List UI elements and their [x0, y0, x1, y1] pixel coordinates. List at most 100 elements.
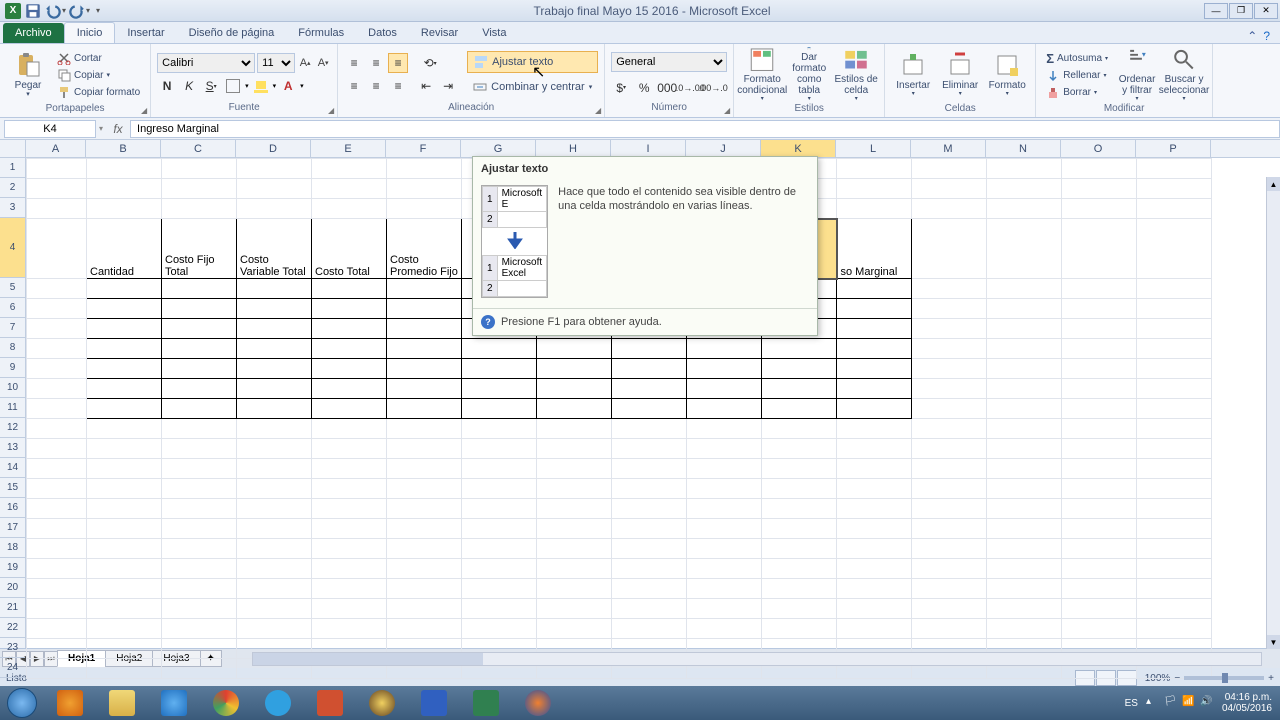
cut-button[interactable]: Cortar — [53, 50, 144, 66]
cell[interactable] — [162, 399, 237, 419]
vertical-scrollbar[interactable]: ▲ ▼ — [1266, 177, 1280, 649]
cell[interactable] — [837, 579, 912, 599]
cell[interactable] — [1137, 479, 1212, 499]
cell[interactable] — [87, 499, 162, 519]
cell[interactable] — [687, 439, 762, 459]
minimize-button[interactable]: — — [1204, 3, 1228, 19]
row-header-23[interactable]: 23 — [0, 638, 25, 658]
taskbar-firefox[interactable] — [513, 688, 563, 718]
cell[interactable] — [27, 639, 87, 659]
cell[interactable] — [162, 619, 237, 639]
cell[interactable] — [912, 379, 987, 399]
fx-icon[interactable]: fx — [106, 122, 130, 136]
cell[interactable] — [687, 579, 762, 599]
cell[interactable] — [1137, 199, 1212, 219]
horizontal-scrollbar[interactable] — [252, 652, 1262, 666]
cell[interactable] — [462, 379, 537, 399]
col-header-B[interactable]: B — [86, 140, 161, 157]
cell[interactable] — [27, 379, 87, 399]
cell[interactable] — [912, 299, 987, 319]
tray-network-icon[interactable]: 📶 — [1182, 696, 1196, 710]
cell[interactable] — [462, 479, 537, 499]
font-size-select[interactable]: 11 — [257, 53, 295, 73]
taskbar-explorer[interactable] — [97, 688, 147, 718]
cell[interactable] — [387, 399, 462, 419]
cell[interactable] — [612, 519, 687, 539]
cell[interactable] — [27, 479, 87, 499]
cell[interactable] — [312, 299, 387, 319]
cell[interactable] — [612, 379, 687, 399]
cell[interactable] — [612, 619, 687, 639]
cell[interactable] — [987, 579, 1062, 599]
cell[interactable] — [687, 539, 762, 559]
redo-icon[interactable] — [68, 2, 86, 20]
undo-dropdown-icon[interactable]: ▾ — [62, 6, 66, 15]
cell[interactable] — [27, 199, 87, 219]
cell[interactable] — [237, 439, 312, 459]
conditional-formatting-button[interactable]: Formato condicional▾ — [740, 47, 784, 103]
currency-button[interactable]: $▾ — [611, 78, 631, 98]
cell[interactable] — [387, 159, 462, 179]
cell[interactable] — [87, 159, 162, 179]
cell[interactable] — [162, 659, 237, 679]
align-top-icon[interactable]: ≡ — [344, 53, 364, 73]
cell[interactable] — [1137, 379, 1212, 399]
cell[interactable] — [387, 479, 462, 499]
cell[interactable] — [162, 319, 237, 339]
cell[interactable] — [687, 399, 762, 419]
row-header-12[interactable]: 12 — [0, 418, 25, 438]
cell[interactable] — [1137, 459, 1212, 479]
cell[interactable] — [387, 199, 462, 219]
cell[interactable] — [1137, 439, 1212, 459]
cell[interactable] — [1137, 279, 1212, 299]
cell[interactable] — [987, 539, 1062, 559]
cell[interactable] — [1137, 299, 1212, 319]
scroll-up-icon[interactable]: ▲ — [1267, 177, 1280, 191]
scroll-down-icon[interactable]: ▼ — [1267, 635, 1280, 649]
cell[interactable] — [162, 379, 237, 399]
cell[interactable] — [987, 559, 1062, 579]
cell[interactable] — [237, 499, 312, 519]
align-center-icon[interactable]: ≡ — [366, 76, 386, 96]
cell[interactable] — [912, 339, 987, 359]
cell[interactable] — [837, 619, 912, 639]
cell[interactable] — [687, 479, 762, 499]
cell[interactable] — [462, 599, 537, 619]
cell[interactable] — [162, 519, 237, 539]
cell[interactable] — [837, 419, 912, 439]
row-header-13[interactable]: 13 — [0, 438, 25, 458]
cell[interactable] — [237, 519, 312, 539]
cell[interactable] — [1062, 539, 1137, 559]
cell[interactable] — [87, 459, 162, 479]
cell[interactable] — [537, 499, 612, 519]
cell[interactable] — [912, 499, 987, 519]
col-header-C[interactable]: C — [161, 140, 236, 157]
cell[interactable] — [87, 519, 162, 539]
cell[interactable] — [987, 379, 1062, 399]
cell[interactable] — [537, 619, 612, 639]
cell[interactable] — [87, 539, 162, 559]
col-header-P[interactable]: P — [1136, 140, 1211, 157]
cell[interactable] — [27, 159, 87, 179]
cell[interactable] — [87, 399, 162, 419]
cell[interactable] — [687, 359, 762, 379]
cell[interactable] — [1062, 219, 1137, 279]
save-icon[interactable] — [24, 2, 42, 20]
cell[interactable] — [27, 459, 87, 479]
font-name-select[interactable]: Calibri — [157, 53, 255, 73]
cell[interactable] — [837, 459, 912, 479]
cell[interactable] — [987, 519, 1062, 539]
cell[interactable] — [312, 479, 387, 499]
cell[interactable] — [837, 199, 912, 219]
cell[interactable] — [312, 339, 387, 359]
select-all-corner[interactable] — [0, 140, 26, 157]
cell[interactable] — [162, 499, 237, 519]
cell[interactable] — [162, 299, 237, 319]
cell[interactable] — [237, 179, 312, 199]
row-header-9[interactable]: 9 — [0, 358, 25, 378]
cell[interactable] — [27, 339, 87, 359]
orientation-button[interactable]: ⟲▾ — [420, 53, 440, 73]
cell[interactable] — [387, 379, 462, 399]
cell[interactable] — [687, 339, 762, 359]
cell[interactable] — [612, 459, 687, 479]
